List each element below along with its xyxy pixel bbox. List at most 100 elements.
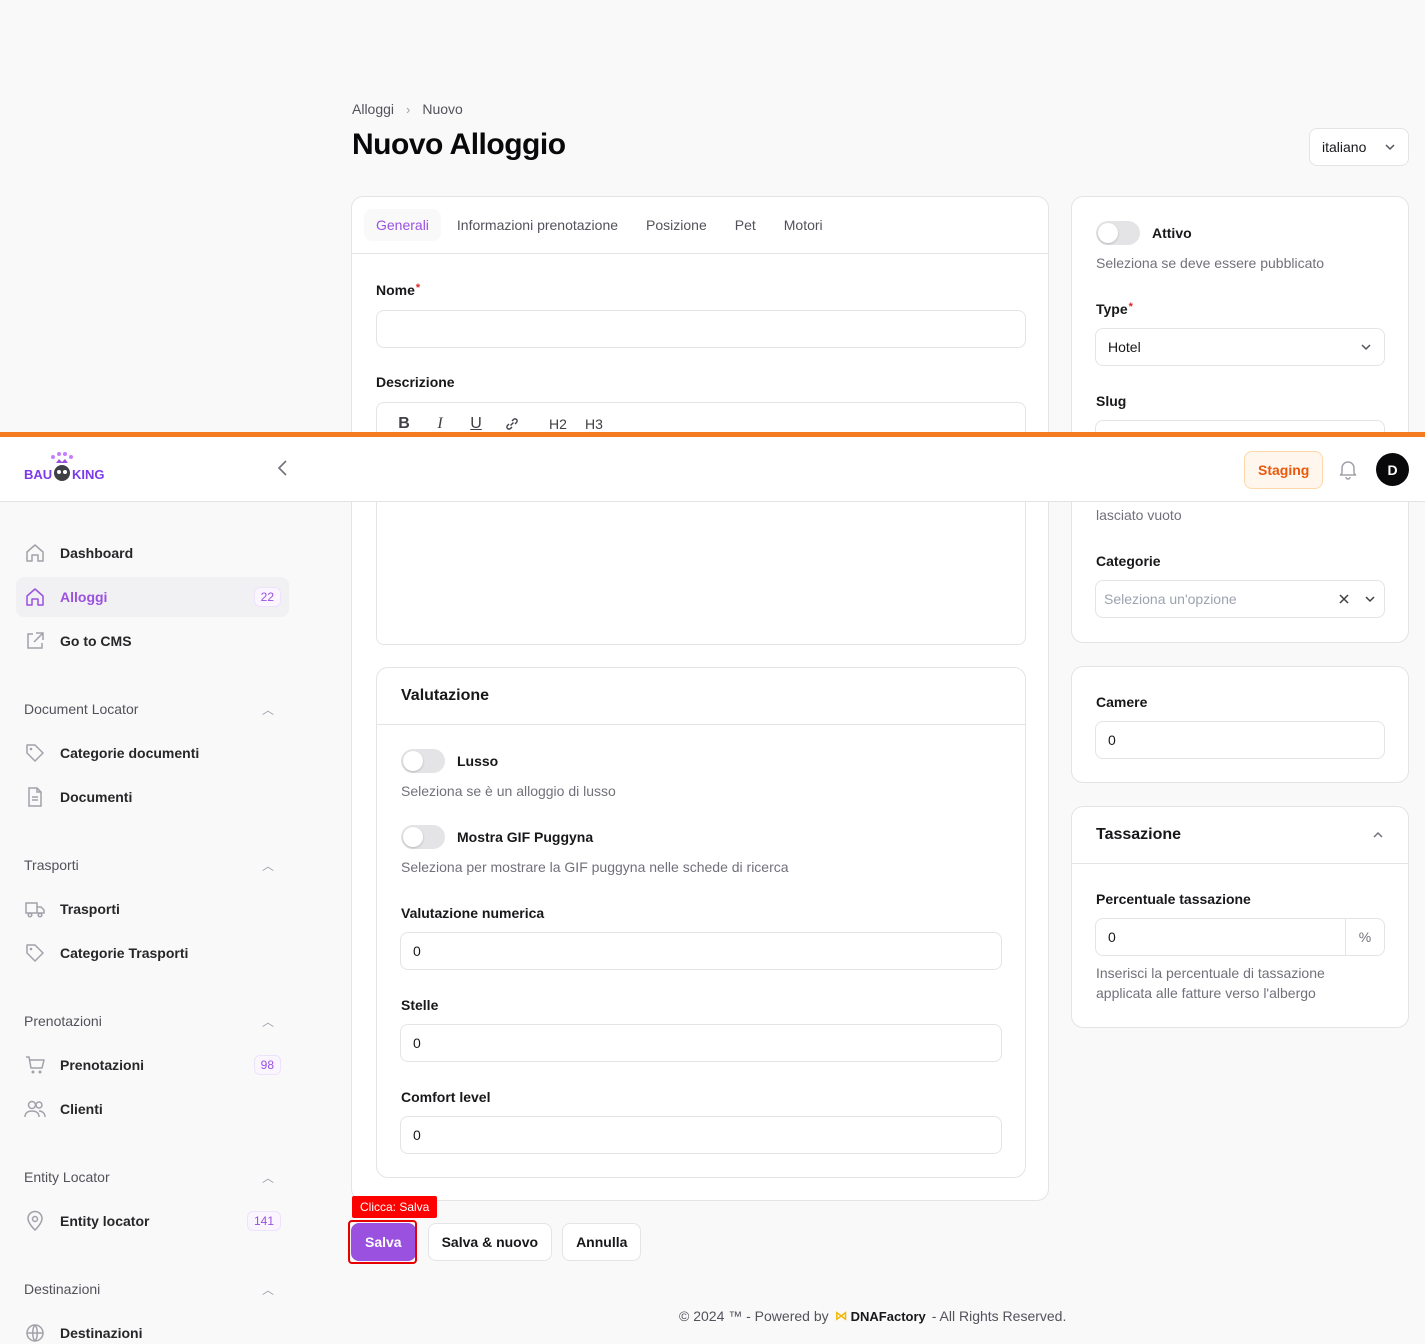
- chevron-up-icon[interactable]: [1372, 829, 1384, 841]
- staging-badge[interactable]: Staging: [1244, 451, 1324, 489]
- bell-icon[interactable]: [1337, 458, 1359, 480]
- group-document-locator: Document Locator: [24, 701, 139, 717]
- sidebar-item-destinazioni[interactable]: Destinazioni: [16, 1313, 289, 1344]
- gif-puggyna-help: Seleziona per mostrare la GIF puggyna ne…: [401, 859, 789, 875]
- percentuale-tassazione-label: Percentuale tassazione: [1096, 891, 1251, 907]
- footer-suffix: - All Rights Reserved.: [931, 1308, 1067, 1324]
- gif-puggyna-toggle[interactable]: [401, 825, 445, 849]
- underline-icon[interactable]: U: [467, 415, 485, 433]
- group-prenotazioni: Prenotazioni: [24, 1013, 102, 1029]
- tag-icon: [24, 742, 46, 764]
- breadcrumb-parent[interactable]: Alloggi: [352, 101, 394, 117]
- entity-locator-count-badge: 141: [246, 1211, 281, 1231]
- dnafactory-logo[interactable]: ⋈ DNAFactory: [835, 1308, 926, 1324]
- save-and-new-button[interactable]: Salva & nuovo: [427, 1223, 553, 1261]
- chevron-up-icon[interactable]: ︿: [262, 1013, 274, 1030]
- type-select[interactable]: Hotel: [1095, 328, 1385, 366]
- house-icon: [24, 586, 46, 608]
- sidebar-item-categorie-trasporti[interactable]: Categorie Trasporti: [16, 933, 289, 973]
- valutazione-title: Valutazione: [377, 668, 1025, 725]
- lusso-toggle[interactable]: [401, 749, 445, 773]
- link-icon[interactable]: [503, 416, 521, 432]
- chevron-down-icon: [1385, 144, 1395, 151]
- bold-icon[interactable]: B: [395, 415, 413, 433]
- sidebar: Dashboard Alloggi 22 Go to CMS Document …: [0, 502, 305, 1344]
- sidebar-item-prenotazioni[interactable]: Prenotazioni 98: [16, 1045, 289, 1085]
- sidebar-item-alloggi[interactable]: Alloggi 22: [16, 577, 289, 617]
- tassazione-title: Tassazione: [1096, 826, 1182, 843]
- dna-mark-icon: ⋈: [834, 1308, 848, 1323]
- truck-icon: [24, 898, 46, 920]
- chevron-up-icon[interactable]: ︿: [262, 857, 274, 874]
- tab-motori[interactable]: Motori: [772, 209, 835, 241]
- topbar: BAU KING Staging D: [0, 437, 1425, 502]
- sidebar-item-documenti[interactable]: Documenti: [16, 777, 289, 817]
- tab-generali[interactable]: Generali: [364, 209, 441, 241]
- shopping-cart-icon: [24, 1054, 46, 1076]
- type-value: Hotel: [1108, 339, 1141, 355]
- form-tabs: Generali Informazioni prenotazione Posiz…: [352, 197, 1048, 254]
- comfort-level-input[interactable]: 0: [400, 1116, 1002, 1154]
- chevron-up-icon[interactable]: ︿: [262, 1281, 274, 1298]
- percentuale-tassazione-input[interactable]: 0 %: [1095, 918, 1385, 956]
- collapse-sidebar-button[interactable]: [276, 459, 290, 483]
- heading-2-icon[interactable]: H2: [549, 416, 567, 432]
- user-avatar[interactable]: D: [1376, 453, 1409, 486]
- categorie-placeholder: Seleziona un'opzione: [1104, 591, 1237, 607]
- categorie-select[interactable]: Seleziona un'opzione: [1095, 580, 1385, 618]
- cancel-button[interactable]: Annulla: [562, 1223, 642, 1261]
- sidebar-item-go-to-cms[interactable]: Go to CMS: [16, 621, 289, 661]
- tag-icon: [24, 942, 46, 964]
- map-pin-icon: [24, 1210, 46, 1232]
- group-entity-locator: Entity Locator: [24, 1169, 110, 1185]
- click-annotation: Clicca: Salva: [352, 1196, 438, 1218]
- lusso-label: Lusso: [457, 753, 499, 769]
- lusso-help: Seleziona se è un alloggio di lusso: [401, 783, 616, 799]
- camere-card: Camere 0: [1071, 666, 1409, 783]
- chevron-up-icon[interactable]: ︿: [262, 701, 274, 718]
- language-select[interactable]: italiano: [1309, 128, 1409, 166]
- sidebar-item-entity-locator[interactable]: Entity locator 141: [16, 1201, 289, 1241]
- sidebar-item-dashboard[interactable]: Dashboard: [16, 533, 289, 573]
- chevron-down-icon[interactable]: [1364, 593, 1376, 605]
- sidebar-item-categorie-documenti[interactable]: Categorie documenti: [16, 733, 289, 773]
- tab-posizione[interactable]: Posizione: [634, 209, 719, 241]
- click-highlight: [348, 1220, 417, 1264]
- stelle-input[interactable]: 0: [400, 1024, 1002, 1062]
- type-label: Type*: [1096, 301, 1133, 317]
- sidebar-item-trasporti[interactable]: Trasporti: [16, 889, 289, 929]
- nome-label: Nome*: [376, 282, 421, 298]
- tassazione-header[interactable]: Tassazione: [1072, 807, 1408, 864]
- tab-pet[interactable]: Pet: [723, 209, 768, 241]
- home-icon: [24, 542, 46, 564]
- chevron-up-icon[interactable]: ︿: [262, 1169, 274, 1186]
- alloggi-count-badge: 22: [253, 587, 281, 607]
- valutazione-section: Valutazione Lusso Seleziona se è un allo…: [376, 667, 1026, 1178]
- percent-suffix: %: [1345, 919, 1384, 955]
- categorie-label: Categorie: [1096, 553, 1161, 569]
- svg-text:KING: KING: [72, 467, 105, 482]
- comfort-level-label: Comfort level: [401, 1089, 491, 1105]
- svg-text:BAU: BAU: [24, 467, 52, 482]
- nome-input[interactable]: [376, 310, 1026, 348]
- attivo-label: Attivo: [1152, 225, 1192, 241]
- main-form-card: Generali Informazioni prenotazione Posiz…: [351, 196, 1049, 1201]
- tab-informazioni-prenotazione[interactable]: Informazioni prenotazione: [445, 209, 630, 241]
- footer: © 2024 ™ - Powered by ⋈ DNAFactory - All…: [679, 1308, 1066, 1324]
- heading-3-icon[interactable]: H3: [585, 416, 603, 432]
- stelle-label: Stelle: [401, 997, 439, 1013]
- italic-icon[interactable]: I: [431, 415, 449, 433]
- chevron-down-icon: [1361, 344, 1371, 351]
- camere-input[interactable]: 0: [1095, 721, 1385, 759]
- breadcrumb-current: Nuovo: [422, 101, 463, 117]
- external-link-icon: [24, 630, 46, 652]
- clear-icon[interactable]: [1338, 593, 1350, 605]
- bauking-logo[interactable]: BAU KING: [23, 451, 105, 489]
- users-icon: [24, 1098, 46, 1120]
- slug-label: Slug: [1096, 393, 1127, 409]
- valutazione-numerica-input[interactable]: 0: [400, 932, 1002, 970]
- attivo-toggle[interactable]: [1096, 221, 1140, 245]
- slug-help: lasciato vuoto: [1096, 507, 1182, 523]
- footer-prefix: © 2024 ™ - Powered by: [679, 1308, 829, 1324]
- sidebar-item-clienti[interactable]: Clienti: [16, 1089, 289, 1129]
